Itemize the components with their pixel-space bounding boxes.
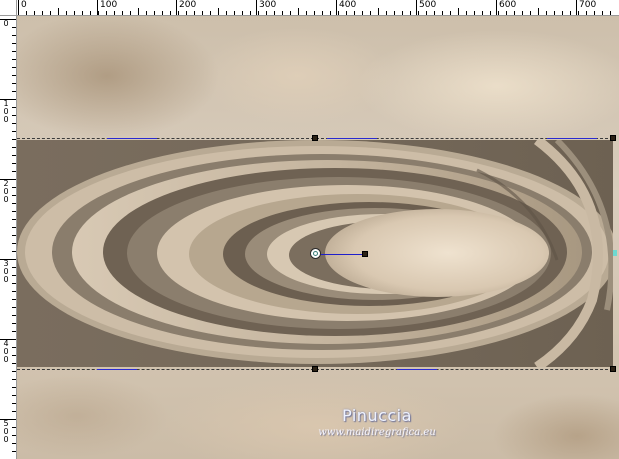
deform-handle-bottom-right[interactable] — [610, 366, 616, 372]
rotation-handle[interactable] — [362, 251, 368, 257]
watermark-name: Pinuccia — [342, 406, 412, 425]
ruler-label: 4 0 0 — [3, 339, 9, 364]
horizontal-ruler[interactable]: 0 100 200 300 400 500 600 700 — [0, 0, 619, 16]
vertical-ruler[interactable]: 0 1 0 0 2 0 0 3 0 0 4 0 0 5 0 0 — [0, 16, 17, 459]
deform-handle-right-edge[interactable] — [613, 250, 617, 256]
ruler-label: 1 0 0 — [3, 99, 9, 124]
rotation-pivot-icon[interactable] — [310, 248, 321, 259]
deform-handle-bottom[interactable] — [312, 366, 318, 372]
watermark-url: www.maidiregrafica.eu — [318, 427, 436, 438]
image-canvas[interactable]: Pinuccia www.maidiregrafica.eu — [17, 16, 619, 459]
ruler-label: 3 0 0 — [3, 259, 9, 284]
ruler-label: 0 — [3, 19, 9, 28]
deform-handle-top[interactable] — [312, 135, 318, 141]
watermark: Pinuccia www.maidiregrafica.eu — [277, 406, 477, 438]
rotation-line — [317, 254, 363, 255]
ruler-label: 5 0 0 — [3, 419, 9, 444]
deform-handle-top-right[interactable] — [610, 135, 616, 141]
ruler-mid-ticks — [18, 8, 618, 15]
ruler-corner — [0, 0, 17, 16]
ruler-label: 2 0 0 — [3, 179, 9, 204]
